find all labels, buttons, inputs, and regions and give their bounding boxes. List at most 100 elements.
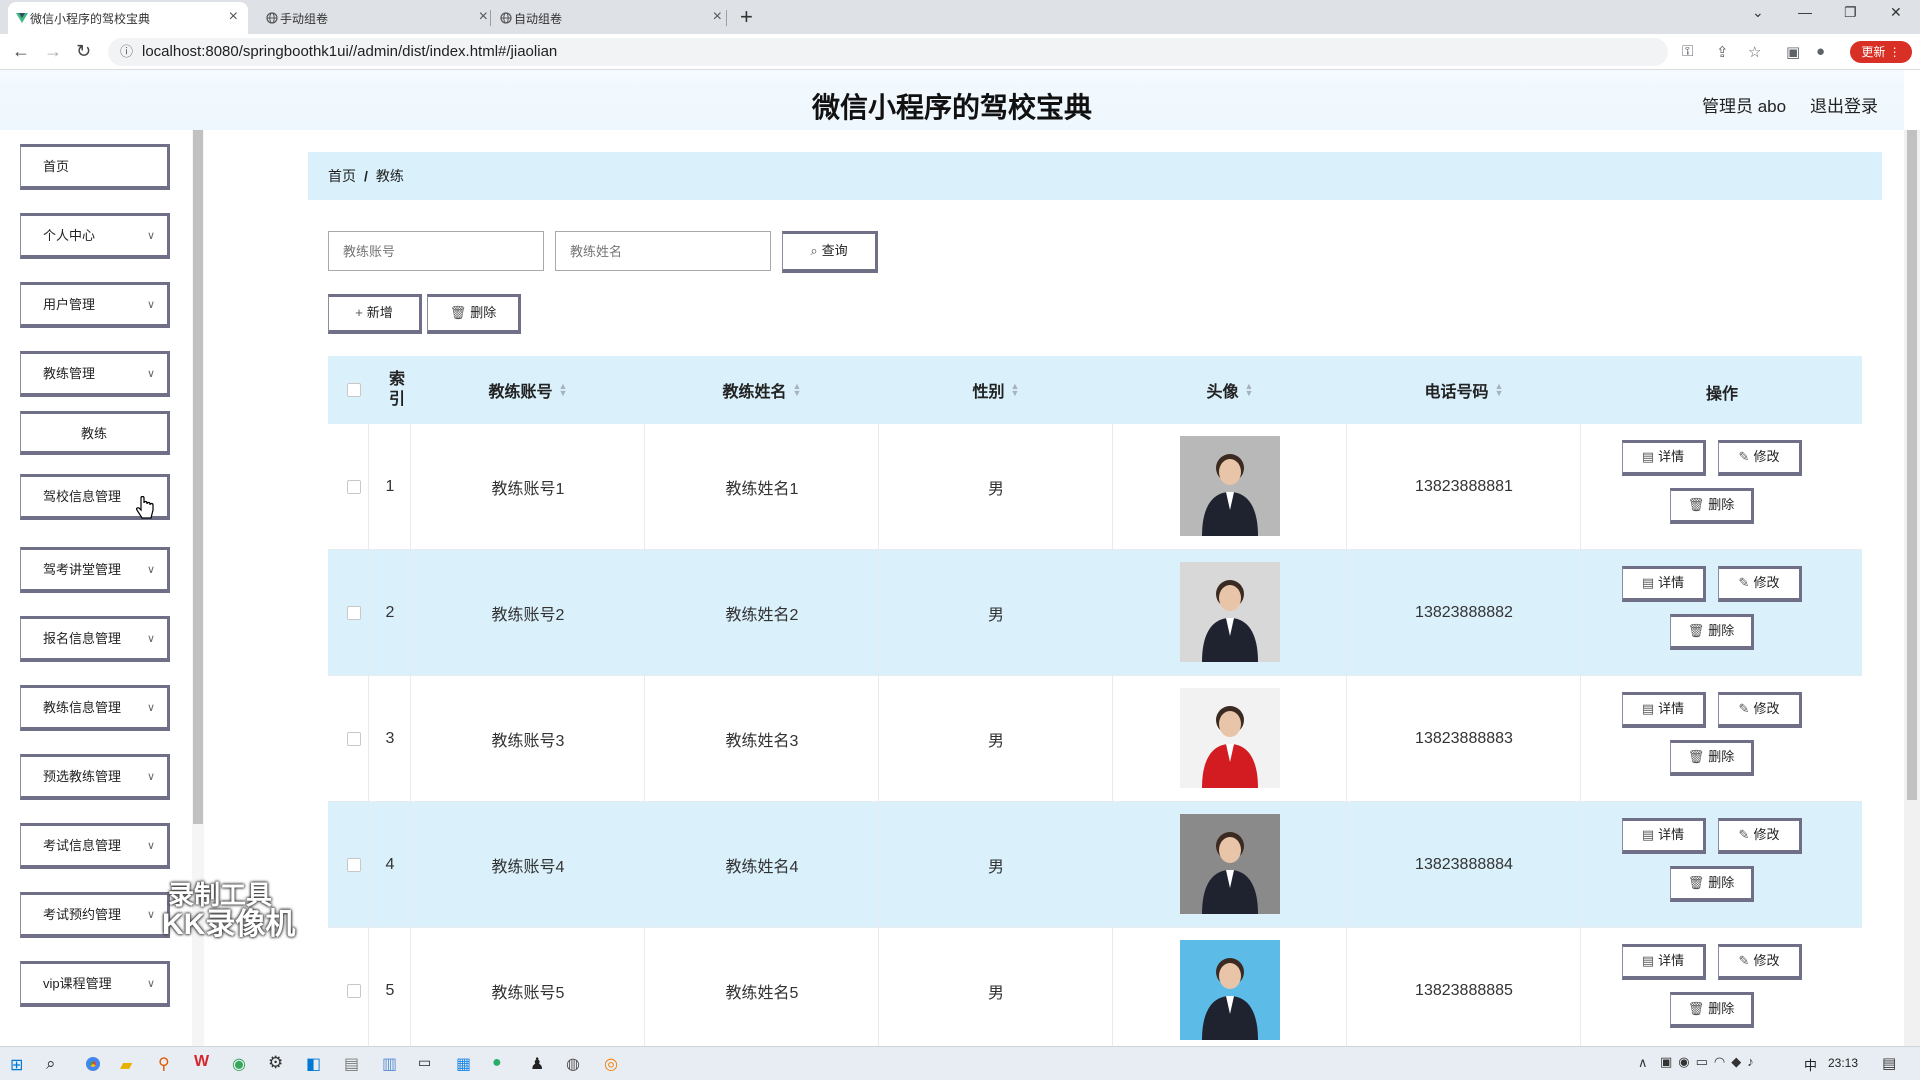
delete-button[interactable]: 🗑 删除 [1670, 488, 1754, 524]
row-checkbox[interactable] [347, 732, 361, 746]
sort-icon[interactable]: ▲ ▼ [1245, 382, 1254, 398]
info-icon[interactable]: ⓘ [120, 38, 133, 66]
key-icon[interactable]: ⚿ [1682, 43, 1693, 60]
close-window-icon[interactable]: ✕ [1890, 4, 1902, 21]
avatar[interactable] [1180, 562, 1280, 662]
row-checkbox[interactable] [347, 858, 361, 872]
browser-tab[interactable]: 自动组卷 × [492, 2, 732, 34]
add-button[interactable]: + 新增 [328, 294, 422, 334]
edit-button[interactable]: ✎ 修改 [1718, 944, 1802, 980]
sidebar-item-personal[interactable]: 个人中心 ∨ [20, 213, 170, 259]
row-checkbox[interactable] [347, 984, 361, 998]
update-button[interactable]: 更新 ⋮ [1850, 41, 1912, 63]
settings-icon[interactable]: ⚙ [268, 1053, 283, 1073]
reload-icon[interactable]: ↻ [76, 41, 91, 62]
coach-account-input[interactable] [328, 231, 544, 271]
sort-icon[interactable]: ▲ ▼ [1495, 382, 1504, 398]
app-icon[interactable]: ◧ [306, 1054, 321, 1074]
scrollbar-thumb[interactable] [193, 130, 203, 824]
sort-icon[interactable]: ▲ ▼ [1011, 382, 1020, 398]
ime-indicator[interactable]: 中 [1804, 1055, 1817, 1074]
tray-chevron-icon[interactable]: ∧ [1638, 1055, 1648, 1071]
scrollbar-thumb[interactable] [1907, 130, 1917, 800]
browser-tab[interactable]: 手动组卷 × [258, 2, 498, 34]
terminal-icon[interactable]: ▭ [418, 1054, 431, 1071]
close-tab-icon[interactable]: × [713, 8, 722, 26]
forward-icon[interactable]: → [44, 41, 62, 62]
detail-button[interactable]: ▤ 详情 [1622, 692, 1706, 728]
tab-search-icon[interactable]: ⌄ [1752, 4, 1764, 21]
detail-button[interactable]: ▤ 详情 [1622, 440, 1706, 476]
folder-icon[interactable]: ▰ [120, 1055, 132, 1075]
edit-button[interactable]: ✎ 修改 [1718, 818, 1802, 854]
sort-icon[interactable]: ▲ ▼ [793, 382, 802, 398]
detail-button[interactable]: ▤ 详情 [1622, 566, 1706, 602]
browser-tab-active[interactable]: 微信小程序的驾校宝典 × [8, 2, 248, 34]
column-header-avatar[interactable]: 头像 ▲ ▼ [1114, 356, 1346, 424]
new-tab-icon[interactable]: + [740, 4, 753, 30]
sidebar-item-coach-mgmt[interactable]: 教练管理 ∨ [20, 351, 170, 397]
bookmark-star-icon[interactable]: ☆ [1748, 43, 1761, 61]
sidebar-item-lecture[interactable]: 驾考讲堂管理 ∨ [20, 547, 170, 593]
column-header-phone[interactable]: 电话号码 ▲ ▼ [1348, 356, 1580, 424]
avatar[interactable] [1180, 436, 1280, 536]
wps-icon[interactable]: W [194, 1053, 209, 1071]
chat-icon[interactable]: ◍ [566, 1054, 580, 1074]
logout-link[interactable]: 退出登录 [1810, 92, 1878, 117]
row-checkbox[interactable] [347, 480, 361, 494]
tray-icons[interactable]: ▣◉▭◠◆♪ [1660, 1054, 1760, 1070]
sidebar-item-enroll[interactable]: 报名信息管理 ∨ [20, 616, 170, 662]
app-icon[interactable]: ⚲ [158, 1054, 170, 1074]
delete-button[interactable]: 🗑 删除 [1670, 614, 1754, 650]
sidebar-item-coach-info[interactable]: 教练信息管理 ∨ [20, 685, 170, 731]
bulk-delete-button[interactable]: 🗑 删除 [427, 294, 521, 334]
sidebar-item-preselect[interactable]: 预选教练管理 ∨ [20, 754, 170, 800]
sidebar-item-users[interactable]: 用户管理 ∨ [20, 282, 170, 328]
page-scrollbar[interactable] [1904, 130, 1920, 1046]
edit-button[interactable]: ✎ 修改 [1718, 440, 1802, 476]
sidebar-item-exam-booking[interactable]: 考试预约管理 ∨ [20, 892, 170, 938]
sidebar-subitem-coach[interactable]: 教练 [20, 411, 170, 455]
wechat-icon[interactable]: ● [492, 1054, 502, 1072]
sidebar-item-exam-info[interactable]: 考试信息管理 ∨ [20, 823, 170, 869]
url-field[interactable]: ⓘ localhost:8080/springboothk1ui//admin/… [108, 38, 1668, 66]
avatar[interactable] [1180, 940, 1280, 1040]
app-icon[interactable]: ▥ [382, 1054, 397, 1074]
notepad-icon[interactable]: ▤ [344, 1054, 359, 1074]
sidebar-item-vip[interactable]: vip课程管理 ∨ [20, 961, 170, 1007]
chrome-icon[interactable] [82, 1053, 104, 1075]
avatar[interactable] [1180, 814, 1280, 914]
qq-icon[interactable]: ♟ [530, 1054, 544, 1074]
clock[interactable]: 23:13 [1828, 1056, 1858, 1070]
delete-button[interactable]: 🗑 删除 [1670, 992, 1754, 1028]
delete-button[interactable]: 🗑 删除 [1670, 740, 1754, 776]
sidebar-item-home[interactable]: 首页 [20, 144, 170, 190]
search-icon[interactable]: ⌕ [46, 1054, 56, 1074]
close-tab-icon[interactable]: × [479, 8, 488, 26]
coach-name-input[interactable] [555, 231, 771, 271]
app-icon[interactable]: ◉ [232, 1054, 246, 1074]
app-icon[interactable]: ▦ [456, 1054, 471, 1074]
minimize-icon[interactable]: — [1798, 4, 1812, 20]
profile-icon[interactable]: ● [1816, 43, 1825, 60]
row-checkbox[interactable] [347, 606, 361, 620]
restore-icon[interactable]: ❐ [1844, 4, 1857, 21]
select-all-checkbox[interactable] [347, 383, 361, 397]
edit-button[interactable]: ✎ 修改 [1718, 692, 1802, 728]
detail-button[interactable]: ▤ 详情 [1622, 818, 1706, 854]
side-panel-icon[interactable]: ▣ [1786, 43, 1800, 61]
start-icon[interactable]: ⊞ [10, 1055, 23, 1075]
recorder-icon[interactable]: ◎ [604, 1054, 618, 1074]
back-icon[interactable]: ← [12, 41, 30, 62]
close-tab-icon[interactable]: × [229, 8, 238, 26]
column-header-name[interactable]: 教练姓名 ▲ ▼ [646, 356, 878, 424]
share-icon[interactable]: ⇪ [1716, 43, 1729, 61]
edit-button[interactable]: ✎ 修改 [1718, 566, 1802, 602]
sort-icon[interactable]: ▲ ▼ [559, 382, 568, 398]
avatar[interactable] [1180, 688, 1280, 788]
query-button[interactable]: ⌕ 查询 [782, 231, 878, 273]
breadcrumb-home[interactable]: 首页 [328, 168, 356, 184]
detail-button[interactable]: ▤ 详情 [1622, 944, 1706, 980]
column-header-gender[interactable]: 性别 ▲ ▼ [880, 356, 1112, 424]
notification-icon[interactable]: ▤ [1882, 1054, 1896, 1072]
